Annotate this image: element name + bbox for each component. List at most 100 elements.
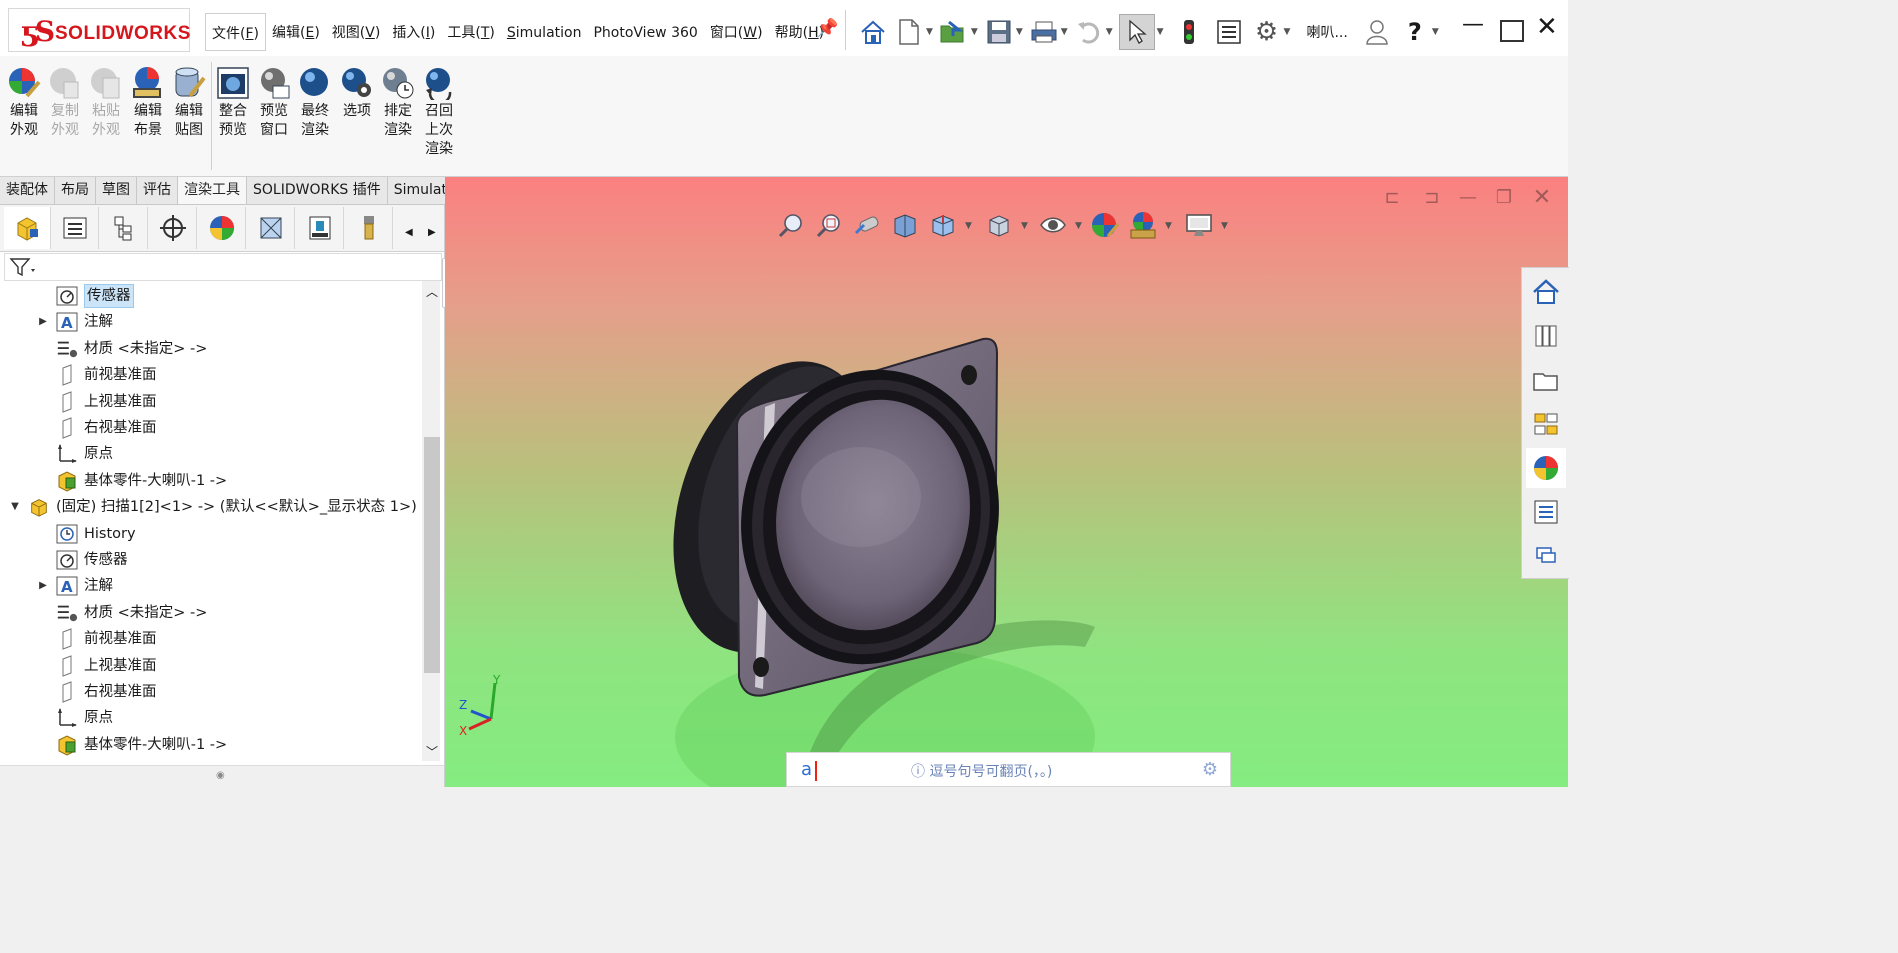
solidworks-resources-icon[interactable]	[1526, 272, 1566, 312]
menu-item[interactable]: PhotoView 360	[587, 13, 703, 51]
tree-node[interactable]: ▶ A 注解	[36, 309, 113, 335]
tree-node[interactable]: 右视基准面	[36, 415, 157, 441]
tree-node[interactable]: 前视基准面	[36, 626, 157, 652]
menu-item[interactable]: 视图(V)	[326, 13, 387, 51]
display-style-dropdown-icon[interactable]: ▼	[1021, 221, 1028, 231]
file-properties-icon[interactable]	[1214, 17, 1244, 47]
home-icon[interactable]	[858, 17, 888, 47]
cam-feature-tab[interactable]	[248, 207, 295, 249]
preview-window-button[interactable]: 预览 窗口	[254, 66, 294, 140]
cam-tool-tab[interactable]	[346, 207, 393, 249]
select-dropdown-icon[interactable]: ▼	[1157, 27, 1164, 37]
tree-node[interactable]: 上视基准面	[36, 653, 157, 679]
resize-grip-icon[interactable]: ◉	[216, 770, 225, 781]
cam-operation-tab[interactable]	[297, 207, 344, 249]
tree-node[interactable]: ▼ (固定) 扫描1[2]<1> -> (默认<<默认>_显示状态 1>)	[8, 494, 417, 520]
view-settings-dropdown-icon[interactable]: ▼	[1221, 221, 1228, 231]
menu-item[interactable]: 插入(I)	[386, 13, 441, 51]
save-icon[interactable]	[984, 17, 1014, 47]
tree-node[interactable]: 基体零件-大喇叭-1 ->	[36, 732, 227, 758]
tree-node[interactable]: History	[36, 521, 136, 547]
tile-right-icon[interactable]: ⊐	[1417, 183, 1447, 211]
view-orientation-icon[interactable]	[927, 209, 959, 241]
panel-tab-scroll-right-icon[interactable]: ▶	[428, 227, 436, 238]
view-settings-icon[interactable]	[1183, 209, 1215, 241]
doc-close-icon[interactable]: ✕	[1527, 183, 1557, 211]
close-window-icon[interactable]: ✕	[1536, 12, 1558, 42]
new-dropdown-icon[interactable]: ▼	[926, 27, 933, 37]
previous-view-icon[interactable]	[851, 209, 883, 241]
tree-node[interactable]: 传感器	[36, 547, 128, 573]
command-tab[interactable]: 渲染工具	[178, 177, 247, 204]
graphics-viewport[interactable]: ⊏ ⊐ — ❐ ✕ ▼ ▼ ▼ ▼ ▼ Y Z X	[445, 177, 1568, 787]
appearances-scenes-decals-icon[interactable]	[1526, 448, 1566, 488]
view-palette-icon[interactable]	[1526, 404, 1566, 444]
help-dropdown-icon[interactable]: ▼	[1432, 27, 1439, 37]
command-tab[interactable]: 草图	[96, 177, 137, 204]
menu-item[interactable]: Simulation	[501, 13, 588, 51]
command-tab[interactable]: 布局	[55, 177, 96, 204]
undo-icon[interactable]	[1074, 17, 1104, 47]
hide-show-items-icon[interactable]	[1037, 209, 1069, 241]
command-tab[interactable]: SOLIDWORKS 插件	[247, 177, 388, 204]
tree-node[interactable]: 前视基准面	[36, 362, 157, 388]
pin-menu-icon[interactable]: 📌	[816, 18, 838, 39]
open-dropdown-icon[interactable]: ▼	[971, 27, 978, 37]
design-library-icon[interactable]	[1526, 316, 1566, 356]
tree-node[interactable]: ▶ A 注解	[36, 573, 113, 599]
edit-appearance-hud-icon[interactable]	[1089, 209, 1121, 241]
menu-item[interactable]: 编辑(E)	[266, 13, 326, 51]
zoom-to-area-icon[interactable]	[813, 209, 845, 241]
select-pointer-icon[interactable]	[1118, 14, 1155, 50]
dimxpert-manager-tab[interactable]	[150, 207, 197, 249]
apply-scene-dropdown-icon[interactable]: ▼	[1165, 221, 1172, 231]
tree-filter-bar[interactable]	[4, 253, 442, 281]
section-view-icon[interactable]	[889, 209, 921, 241]
custom-properties-icon[interactable]	[1526, 492, 1566, 532]
solidworks-forum-icon[interactable]	[1526, 536, 1566, 576]
integrated-preview-button[interactable]: 整合 预览	[213, 66, 253, 140]
copy-appearance-button[interactable]: 复制 外观	[45, 66, 85, 140]
schedule-render-button[interactable]: 排定 渲染	[378, 66, 418, 140]
edit-scene-button[interactable]: 编辑 布景	[128, 66, 168, 140]
maximize-window-icon[interactable]	[1500, 20, 1524, 42]
scroll-down-icon[interactable]: ﹀	[426, 743, 438, 760]
property-manager-tab[interactable]	[52, 207, 99, 249]
tree-node[interactable]: 基体零件-大喇叭-1 ->	[36, 468, 227, 494]
tree-node[interactable]: 右视基准面	[36, 679, 157, 705]
paste-appearance-button[interactable]: 粘贴 外观	[86, 66, 126, 140]
tree-node[interactable]: 传感器	[36, 283, 134, 309]
scroll-up-icon[interactable]: ︿	[426, 283, 438, 300]
save-dropdown-icon[interactable]: ▼	[1016, 27, 1023, 37]
print-icon[interactable]	[1029, 17, 1059, 47]
ime-input-bar[interactable]: a ⓘ 逗号句号可翻页(，。) ⚙	[786, 752, 1231, 787]
ime-settings-gear-icon[interactable]: ⚙	[1202, 759, 1218, 780]
expand-arrow-icon[interactable]: ▶	[36, 309, 50, 335]
render-options-button[interactable]: 选项	[337, 66, 377, 121]
expand-arrow-icon[interactable]: ▶	[36, 573, 50, 599]
configuration-manager-tab[interactable]	[101, 207, 148, 249]
options-dropdown-icon[interactable]: ▼	[1284, 27, 1291, 37]
menu-item[interactable]: 窗口(W)	[704, 13, 769, 51]
doc-restore-icon[interactable]: ❐	[1489, 183, 1519, 211]
feature-manager-tab[interactable]	[4, 207, 51, 249]
apply-scene-icon[interactable]	[1127, 209, 1159, 241]
new-document-icon[interactable]	[894, 17, 924, 47]
display-style-icon[interactable]	[983, 209, 1015, 241]
zoom-to-fit-icon[interactable]	[775, 209, 807, 241]
tree-node[interactable]: 材质 <未指定> ->	[36, 336, 207, 362]
collapse-arrow-icon[interactable]: ▼	[8, 494, 22, 520]
doc-minimize-icon[interactable]: —	[1453, 183, 1483, 211]
menu-item[interactable]: 文件(F)	[205, 13, 266, 51]
user-icon[interactable]	[1362, 17, 1392, 47]
view-orientation-dropdown-icon[interactable]: ▼	[965, 221, 972, 231]
undo-dropdown-icon[interactable]: ▼	[1106, 27, 1113, 37]
edit-appearance-button[interactable]: 编辑 外观	[4, 66, 44, 140]
display-manager-tab[interactable]	[199, 207, 246, 249]
solidworks-logo[interactable]: ƽS SOLIDWORKS	[8, 8, 190, 52]
filter-funnel-icon[interactable]	[9, 257, 37, 277]
recall-last-render-button[interactable]: 召回 上次 渲染	[419, 66, 459, 159]
tree-node[interactable]: 原点	[36, 441, 113, 467]
tile-left-icon[interactable]: ⊏	[1377, 183, 1407, 211]
command-tab[interactable]: 评估	[137, 177, 178, 204]
